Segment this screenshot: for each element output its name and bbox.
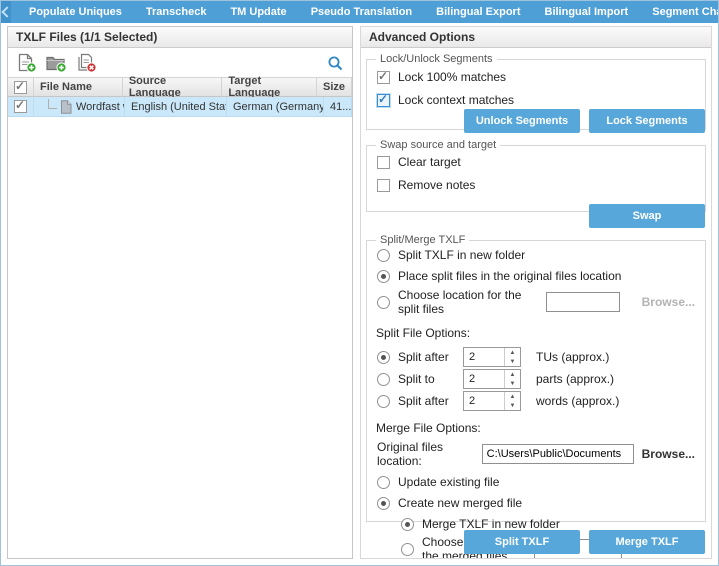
column-target-language[interactable]: Target Language (222, 77, 317, 97)
tab-pseudo-translation[interactable]: Pseudo Translation (299, 1, 424, 23)
split-location-input[interactable] (546, 292, 620, 312)
table-row[interactable]: Wordfast w... English (United States) Ge… (8, 97, 352, 117)
split-words-stepper[interactable]: 2 ▲▼ (463, 391, 521, 411)
select-all-checkbox[interactable] (14, 81, 27, 94)
split-after-words-radio[interactable] (377, 395, 390, 408)
split-to-parts-radio[interactable] (377, 373, 390, 386)
split-words-value: 2 (464, 392, 504, 410)
advanced-options-title: Advanced Options (361, 27, 711, 48)
unlock-segments-button[interactable]: Unlock Segments (464, 109, 580, 133)
split-choose-location-radio[interactable] (377, 296, 390, 309)
create-new-merged-radio[interactable] (377, 497, 390, 510)
split-original-location-label: Place split files in the original files … (398, 269, 621, 283)
merge-new-folder-label: Merge TXLF in new folder (422, 517, 560, 531)
lock-100-label: Lock 100% matches (398, 70, 506, 84)
split-merge-group: Split/Merge TXLF Split TXLF in new folde… (366, 234, 706, 522)
tab-bilingual-import[interactable]: Bilingual Import (533, 1, 641, 23)
lock-buttons-row: Unlock Segments Lock Segments (464, 109, 705, 133)
split-to-parts-label: Split to (398, 372, 435, 386)
stepper-arrows-icon[interactable]: ▲▼ (504, 348, 520, 366)
scroll-tabs-left-button[interactable] (1, 1, 11, 23)
merge-file-options-label: Merge File Options: (376, 421, 697, 435)
split-after-tus-radio[interactable] (377, 351, 390, 364)
clear-target-checkbox[interactable] (377, 156, 390, 169)
merge-browse-button[interactable]: Browse... (642, 447, 695, 461)
column-file-name[interactable]: File Name (34, 77, 123, 97)
file-list-empty-area (8, 117, 352, 558)
app-window: Populate Uniques Transcheck TM Update Ps… (0, 0, 719, 566)
split-merge-buttons-row: Split TXLF Merge TXLF (464, 530, 705, 554)
swap-button-row: Swap (589, 204, 705, 228)
lock-context-checkbox[interactable] (377, 94, 390, 107)
tab-strip: Populate Uniques Transcheck TM Update Ps… (17, 1, 719, 23)
advanced-options-panel: Advanced Options Lock/Unlock Segments Lo… (360, 26, 712, 559)
split-choose-location-label: Choose location for the split files (398, 288, 538, 316)
split-tus-stepper[interactable]: 2 ▲▼ (463, 347, 521, 367)
lock-context-label: Lock context matches (398, 93, 514, 107)
lock-segments-button[interactable]: Lock Segments (589, 109, 705, 133)
split-parts-suffix: parts (approx.) (536, 372, 614, 386)
lock-unlock-legend: Lock/Unlock Segments (376, 53, 497, 65)
file-name: Wordfast w... (76, 101, 125, 113)
split-parts-value: 2 (464, 370, 504, 388)
swap-button[interactable]: Swap (589, 204, 705, 228)
file-toolbar (8, 48, 352, 77)
column-source-language[interactable]: Source Language (123, 77, 223, 97)
stepper-arrows-icon[interactable]: ▲▼ (504, 370, 520, 388)
swap-legend: Swap source and target (376, 139, 500, 151)
split-txlf-button[interactable]: Split TXLF (464, 530, 580, 554)
clear-target-label: Clear target (398, 155, 461, 169)
file-table-header: File Name Source Language Target Languag… (8, 77, 352, 97)
file-target-language: German (Germany) (227, 97, 324, 117)
file-size: 41... (324, 97, 352, 117)
tab-segment-changes[interactable]: Segment Changes (640, 1, 719, 23)
tab-bar: Populate Uniques Transcheck TM Update Ps… (1, 1, 718, 23)
merge-new-folder-radio[interactable] (401, 518, 414, 531)
txlf-files-panel: TXLF Files (1/1 Selected) (7, 26, 353, 559)
update-existing-radio[interactable] (377, 476, 390, 489)
original-location-label: Original files location: (377, 440, 474, 468)
tree-branch-icon (48, 99, 57, 109)
add-file-icon[interactable] (16, 53, 38, 73)
split-file-options-label: Split File Options: (376, 326, 697, 340)
split-original-location-radio[interactable] (377, 270, 390, 283)
txlf-files-panel-title: TXLF Files (1/1 Selected) (8, 27, 352, 48)
column-size[interactable]: Size (317, 77, 352, 97)
split-after-tus-label: Split after (398, 350, 449, 364)
search-icon[interactable] (327, 55, 344, 72)
create-new-merged-label: Create new merged file (398, 496, 522, 510)
split-words-suffix: words (approx.) (536, 394, 619, 408)
file-icon (60, 100, 72, 114)
split-new-folder-radio[interactable] (377, 249, 390, 262)
tab-transcheck[interactable]: Transcheck (134, 1, 219, 23)
remove-notes-checkbox[interactable] (377, 179, 390, 192)
choose-merged-location-radio[interactable] (401, 543, 414, 556)
lock-100-checkbox[interactable] (377, 71, 390, 84)
split-parts-stepper[interactable]: 2 ▲▼ (463, 369, 521, 389)
tab-populate-uniques[interactable]: Populate Uniques (17, 1, 134, 23)
original-location-input[interactable] (482, 444, 634, 464)
remove-notes-label: Remove notes (398, 178, 475, 192)
tab-tm-update[interactable]: TM Update (218, 1, 298, 23)
merge-txlf-button[interactable]: Merge TXLF (589, 530, 705, 554)
split-merge-legend: Split/Merge TXLF (376, 234, 469, 246)
split-tus-suffix: TUs (approx.) (536, 350, 609, 364)
split-after-words-label: Split after (398, 394, 449, 408)
remove-files-icon[interactable] (75, 53, 98, 73)
file-source-language: English (United States) (125, 97, 227, 117)
swap-group: Swap source and target Clear target Remo… (366, 139, 706, 212)
row-checkbox[interactable] (14, 100, 27, 113)
split-tus-value: 2 (464, 348, 504, 366)
split-browse-button: Browse... (642, 295, 695, 309)
stepper-arrows-icon[interactable]: ▲▼ (504, 392, 520, 410)
file-table: File Name Source Language Target Languag… (8, 77, 352, 117)
tab-bilingual-export[interactable]: Bilingual Export (424, 1, 532, 23)
add-folder-icon[interactable] (45, 53, 68, 73)
chevron-left-icon (1, 6, 12, 17)
update-existing-label: Update existing file (398, 475, 499, 489)
split-new-folder-label: Split TXLF in new folder (398, 248, 525, 262)
